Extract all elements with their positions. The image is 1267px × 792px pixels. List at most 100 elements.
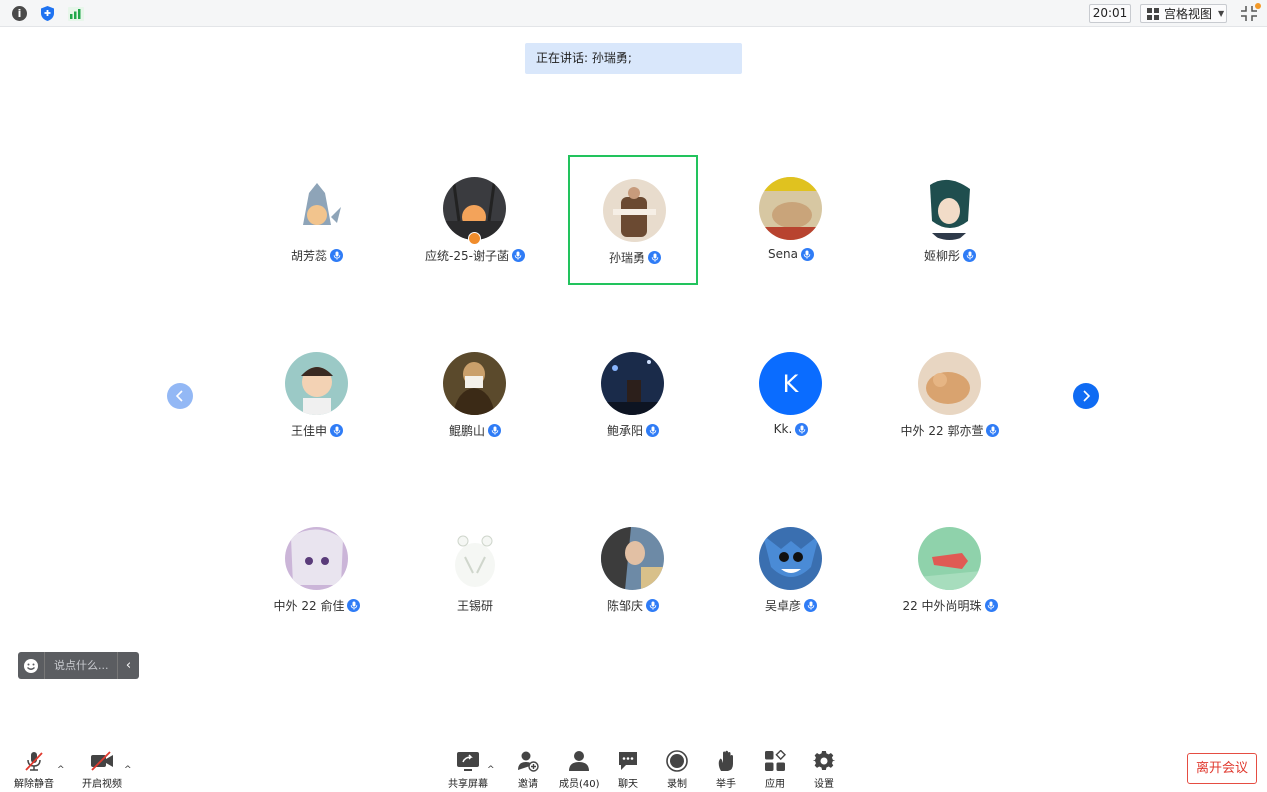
host-badge-icon [468,232,481,245]
next-page-button[interactable] [1073,383,1099,409]
top-bar: i 20:01 宫格视图 ▼ [0,0,1267,27]
avatar [285,177,348,240]
leave-meeting-button[interactable]: 离开会议 [1187,753,1257,784]
view-mode-label: 宫格视图 [1164,7,1213,21]
unmute-button[interactable]: 解除静音 [14,750,54,790]
avatar [285,352,348,415]
participant-name-row: 王锡研 [410,597,540,614]
invite-label: 邀请 [518,779,538,790]
avatar [603,179,666,242]
avatar [759,527,822,590]
participant-name-row: Sena [726,247,856,261]
participant-name: 王佳申 [290,424,327,438]
emoji-icon[interactable] [18,652,45,679]
participant-tile[interactable]: 中外 22 郭亦萱 [885,330,1015,460]
mic-icon [648,251,661,264]
participant-tile[interactable]: 姬柳彤 [885,155,1015,285]
participant-tile[interactable]: 胡芳蕊 [252,155,382,285]
participant-name-row: 中外 22 俞佳 [252,597,382,614]
previous-page-button[interactable] [167,383,193,409]
avatar [918,177,981,240]
members-button[interactable]: 成员(40) [559,750,600,790]
mic-icon [347,599,361,612]
meeting-time: 20:01 [1089,4,1131,23]
mic-icon [646,424,659,437]
avatar [918,352,981,415]
participant-tile[interactable]: 吴卓彦 [726,505,856,635]
participant-name-row: 中外 22 郭亦萱 [885,422,1015,439]
chat-bubble-icon [616,750,640,772]
participant-name-row: 姬柳彤 [885,247,1015,264]
chat-input[interactable] [45,659,117,672]
participant-tile[interactable]: 鲍承阳 [568,330,698,460]
share-options-chevron-icon[interactable]: ^ [487,765,497,775]
speaking-indicator: 正在讲话: 孙瑞勇; [525,43,742,74]
info-icon[interactable]: i [11,5,28,22]
mic-icon [804,599,817,612]
participant-name-row: 鲲鹏山 [410,422,540,439]
camera-off-icon [90,750,114,772]
participant-tile[interactable]: 王锡研 [410,505,540,635]
participant-name-row: Kk. [726,422,856,436]
participant-name: 姬柳彤 [923,249,960,263]
mic-icon [330,424,343,437]
collapse-chevron-icon[interactable]: ‹ [117,652,139,679]
participant-tile[interactable]: Sena [726,155,856,285]
participant-tile[interactable]: 应统-25-谢子菡 [410,155,540,285]
video-options-chevron-icon[interactable]: ^ [124,765,134,775]
participant-tile[interactable]: 王佳申 [252,330,382,460]
participant-name: Kk. [773,422,793,436]
participant-name: 王锡研 [456,599,493,613]
unmute-label: 解除静音 [14,779,54,790]
share-screen-label: 共享屏幕 [448,779,488,790]
chevron-down-icon: ▼ [1218,9,1225,18]
settings-label: 设置 [814,779,834,790]
view-mode-dropdown[interactable]: 宫格视图 ▼ [1140,4,1227,23]
participant-name: 鲍承阳 [606,424,643,438]
participant-name-row: 胡芳蕊 [252,247,382,264]
mic-icon [646,599,659,612]
share-screen-button[interactable]: 共享屏幕 [448,750,488,790]
record-label: 录制 [667,779,687,790]
raise-hand-button[interactable]: 举手 [714,750,738,790]
participant-tile[interactable]: K Kk. [726,330,856,460]
mic-icon [986,424,1000,437]
muted-mic-icon [22,750,46,772]
start-video-button[interactable]: 开启视频 [82,750,122,790]
chat-button[interactable]: 聊天 [616,750,640,790]
mic-icon [795,422,809,436]
participant-name: 胡芳蕊 [290,249,327,263]
participant-tile[interactable]: 中外 22 俞佳 [252,505,382,635]
participant-tile[interactable]: 22 中外尚明珠 [885,505,1015,635]
gear-icon [812,750,836,772]
participant-tile[interactable]: 陈邹庆 [568,505,698,635]
chevron-right-icon [1083,390,1091,402]
avatar [759,177,822,240]
audio-options-chevron-icon[interactable]: ^ [57,765,67,775]
apps-label: 应用 [765,779,785,790]
apps-grid-icon [763,750,787,772]
invite-button[interactable]: 邀请 [516,750,540,790]
avatar [443,527,506,590]
participant-tile[interactable]: 孙瑞勇 [568,155,698,285]
participant-name: 吴卓彦 [764,599,801,613]
participant-name-row: 吴卓彦 [726,597,856,614]
avatar [443,352,506,415]
signal-strength-icon[interactable] [67,5,84,22]
mic-icon [984,599,998,612]
apps-button[interactable]: 应用 [763,750,787,790]
participant-name-row: 鲍承阳 [568,422,698,439]
mic-icon [488,424,501,437]
mic-icon [963,249,976,262]
shield-icon[interactable] [39,5,56,22]
participant-name-row: 22 中外尚明珠 [885,597,1015,614]
mic-icon [330,249,343,262]
record-button[interactable]: 录制 [665,750,689,790]
participant-name: 孙瑞勇 [608,251,645,265]
participant-tile[interactable]: 鲲鹏山 [410,330,540,460]
grid-view-icon [1147,7,1159,20]
participant-name-row: 孙瑞勇 [570,249,700,266]
participant-name-row: 王佳申 [252,422,382,439]
chat-quick-input[interactable]: ‹ [18,652,139,679]
settings-button[interactable]: 设置 [812,750,836,790]
